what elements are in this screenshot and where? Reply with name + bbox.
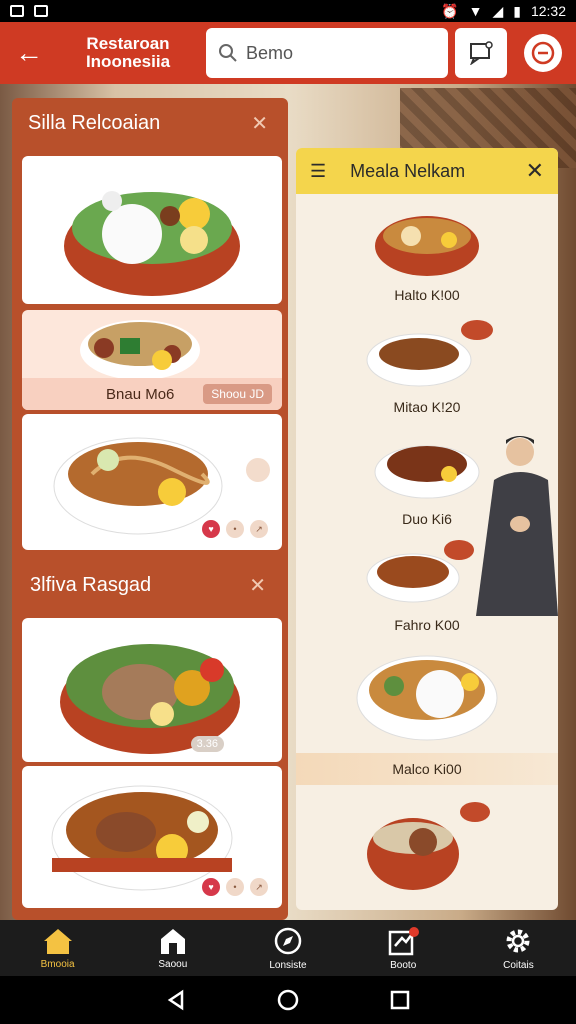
status-bar: ⏰ ▼ ◢ ▮ 12:32	[0, 0, 576, 22]
more-icon[interactable]: •	[226, 878, 244, 896]
chat-button[interactable]	[524, 34, 562, 72]
hamburger-menu-icon[interactable]: ☰	[310, 161, 326, 182]
waiter-illustration	[476, 436, 558, 616]
dish-image-6	[367, 802, 490, 890]
menu-item-label: Halto K!00	[394, 287, 460, 303]
booking-icon	[388, 926, 420, 955]
close-section-2-icon[interactable]: ✕	[249, 573, 266, 598]
nav-explore[interactable]: Lonsiste	[230, 920, 345, 976]
signal-icon: ◢	[492, 2, 504, 19]
store-icon	[160, 928, 185, 954]
nav-home[interactable]: Bmooia	[0, 920, 115, 976]
bottom-navigation: Bmooia Saoou Lonsiste Booto Coitais	[0, 920, 576, 976]
section-title-2: 3lfiva Rasgad	[30, 573, 152, 596]
dish-image-2	[366, 320, 493, 387]
menu-item-label: Fahro K00	[394, 617, 460, 633]
status-time: 12:32	[530, 3, 566, 19]
wifi-icon: ▼	[468, 3, 483, 19]
share-icon[interactable]: ↗	[250, 520, 268, 538]
back-button[interactable]: ←	[0, 22, 58, 84]
nav-booking-label: Booto	[390, 959, 417, 971]
right-panel-title: Meala Nelkam	[350, 160, 466, 181]
nav-shop-label: Saoou	[158, 958, 188, 970]
recents-square-icon[interactable]	[389, 989, 411, 1011]
card-2-tag[interactable]: Shoou JD	[203, 384, 272, 404]
system-navigation	[0, 976, 576, 1024]
message-icon	[470, 41, 493, 65]
battery-icon: ▮	[513, 2, 521, 19]
nav-shop[interactable]: Saoou	[115, 920, 230, 976]
back-triangle-icon[interactable]	[165, 989, 187, 1011]
gear-icon	[506, 929, 530, 952]
close-icon[interactable]: ✕	[251, 111, 268, 136]
favorite-icon[interactable]: ♥	[202, 878, 220, 896]
nav-booking[interactable]: Booto	[346, 920, 461, 976]
search-icon	[219, 44, 237, 62]
arrow-left-icon: ←	[15, 37, 43, 68]
search-input[interactable]	[246, 42, 426, 64]
dish-image-5	[356, 655, 498, 741]
nav-home-label: Bmooia	[40, 958, 75, 970]
nav-settings[interactable]: Coitais	[461, 920, 576, 976]
section-header-1: Silla Relcoaian ✕	[20, 98, 280, 148]
top-app-bar: ← Restaroan Inoonesiia	[0, 22, 576, 84]
dish-image-1	[375, 216, 479, 276]
brand-line-1: Restaroan	[86, 34, 170, 53]
food-card-2[interactable]: Bnau Mo6 Shoou JD	[22, 310, 282, 410]
chat-bubble-icon	[531, 41, 555, 65]
dish-image-rice-bowl	[64, 191, 240, 296]
home-icon	[43, 928, 72, 954]
food-card-4[interactable]: 3.36	[22, 618, 282, 762]
share-icon[interactable]: ↗	[250, 878, 268, 896]
compass-icon	[274, 927, 302, 954]
card-2-footer: Bnau Mo6 Shoou JD	[22, 378, 282, 410]
message-button[interactable]	[455, 28, 507, 78]
card-3-actions: ♥ • ↗	[202, 520, 268, 538]
card-5-actions: ♥ • ↗	[202, 878, 268, 896]
favorite-icon[interactable]: ♥	[202, 520, 220, 538]
menu-item-label: Mitao K!20	[393, 399, 461, 415]
food-card-1[interactable]	[22, 156, 282, 304]
nav-explore-label: Lonsiste	[269, 959, 307, 971]
alarm-icon: ⏰	[441, 2, 459, 19]
section-title-1: Silla Relcoaian	[28, 111, 161, 134]
gallery-icon	[10, 5, 24, 17]
close-icon[interactable]: ✕	[526, 158, 544, 184]
search-box[interactable]	[206, 28, 448, 78]
image-icon	[34, 5, 48, 17]
brand-line-2: Inoonesiia	[85, 52, 171, 71]
restaurant-brand: Restaroan Inoonesiia	[58, 35, 198, 71]
card-4-badge: 3.36	[190, 736, 224, 752]
right-panel-header: ☰ Meala Nelkam ✕	[296, 148, 558, 194]
more-icon[interactable]: •	[226, 520, 244, 538]
menu-item-label: Malco Ki00	[296, 753, 558, 785]
dish-image-satay-bowl	[80, 320, 200, 380]
menu-item-1[interactable]: Halto K!00	[296, 202, 558, 303]
menu-item-2[interactable]: Mitao K!20	[296, 314, 558, 415]
dish-image-3	[374, 445, 480, 499]
menu-item-6[interactable]	[296, 798, 558, 903]
food-card-5[interactable]: ♥ • ↗	[22, 766, 282, 908]
menu-item-5[interactable]: Malco Ki00	[296, 638, 558, 785]
home-circle-icon[interactable]	[277, 989, 299, 1011]
section-header-2: 3lfiva Rasgad ✕	[22, 560, 278, 610]
food-card-3[interactable]: ♥ • ↗	[22, 414, 282, 550]
dish-image-chicken-bowl	[60, 644, 240, 754]
card-2-name: Bnau Mo6	[106, 385, 175, 403]
nav-settings-label: Coitais	[503, 959, 534, 971]
